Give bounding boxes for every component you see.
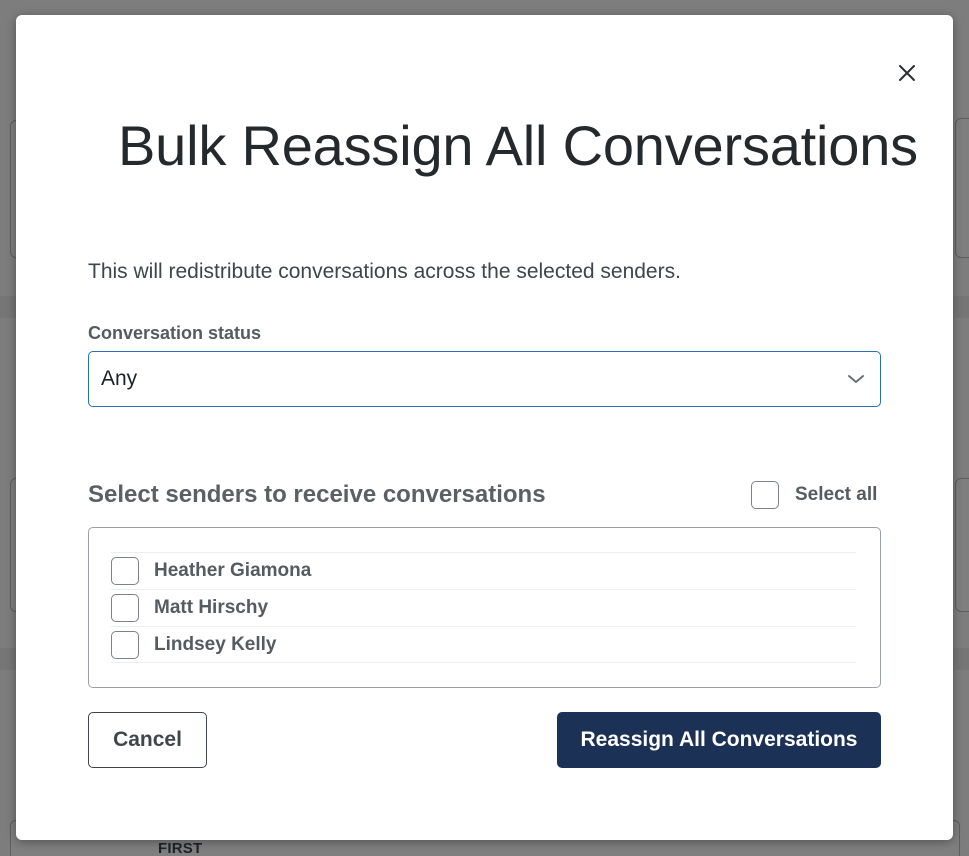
modal-description: This will redistribute conversations acr… xyxy=(88,260,681,283)
sender-row[interactable]: Lindsey Kelly xyxy=(111,626,856,663)
sender-name: Heather Giamona xyxy=(154,560,312,581)
cancel-button[interactable]: Cancel xyxy=(88,712,207,768)
close-button[interactable] xyxy=(895,61,919,85)
close-icon xyxy=(899,65,915,81)
reassign-all-button[interactable]: Reassign All Conversations xyxy=(557,712,881,768)
sender-list: Heather Giamona Matt Hirschy Lindsey Kel… xyxy=(88,527,881,688)
modal-title: Bulk Reassign All Conversations xyxy=(118,114,918,177)
background-card xyxy=(955,118,969,258)
conversation-status-select[interactable]: Any xyxy=(88,351,881,407)
sender-checkbox[interactable] xyxy=(111,630,139,659)
select-all-checkbox[interactable] xyxy=(751,481,779,509)
sender-checkbox[interactable] xyxy=(111,594,139,622)
bulk-reassign-modal: Bulk Reassign All Conversations This wil… xyxy=(16,15,953,840)
sender-checkbox[interactable] xyxy=(111,557,139,585)
conversation-status-value: Any xyxy=(101,367,138,390)
select-all-label: Select all xyxy=(795,484,878,505)
chevron-down-icon xyxy=(848,375,864,383)
conversation-status-label: Conversation status xyxy=(88,323,262,343)
senders-heading: Select senders to receive conversations xyxy=(88,481,546,508)
sender-row[interactable]: Heather Giamona xyxy=(111,552,856,589)
sender-row[interactable]: Matt Hirschy xyxy=(111,589,856,626)
sender-name: Lindsey Kelly xyxy=(154,633,277,655)
background-table-header: FIRST xyxy=(158,840,203,856)
sender-name: Matt Hirschy xyxy=(154,597,269,618)
select-all-control[interactable]: Select all xyxy=(751,481,877,509)
background-card xyxy=(955,478,969,612)
